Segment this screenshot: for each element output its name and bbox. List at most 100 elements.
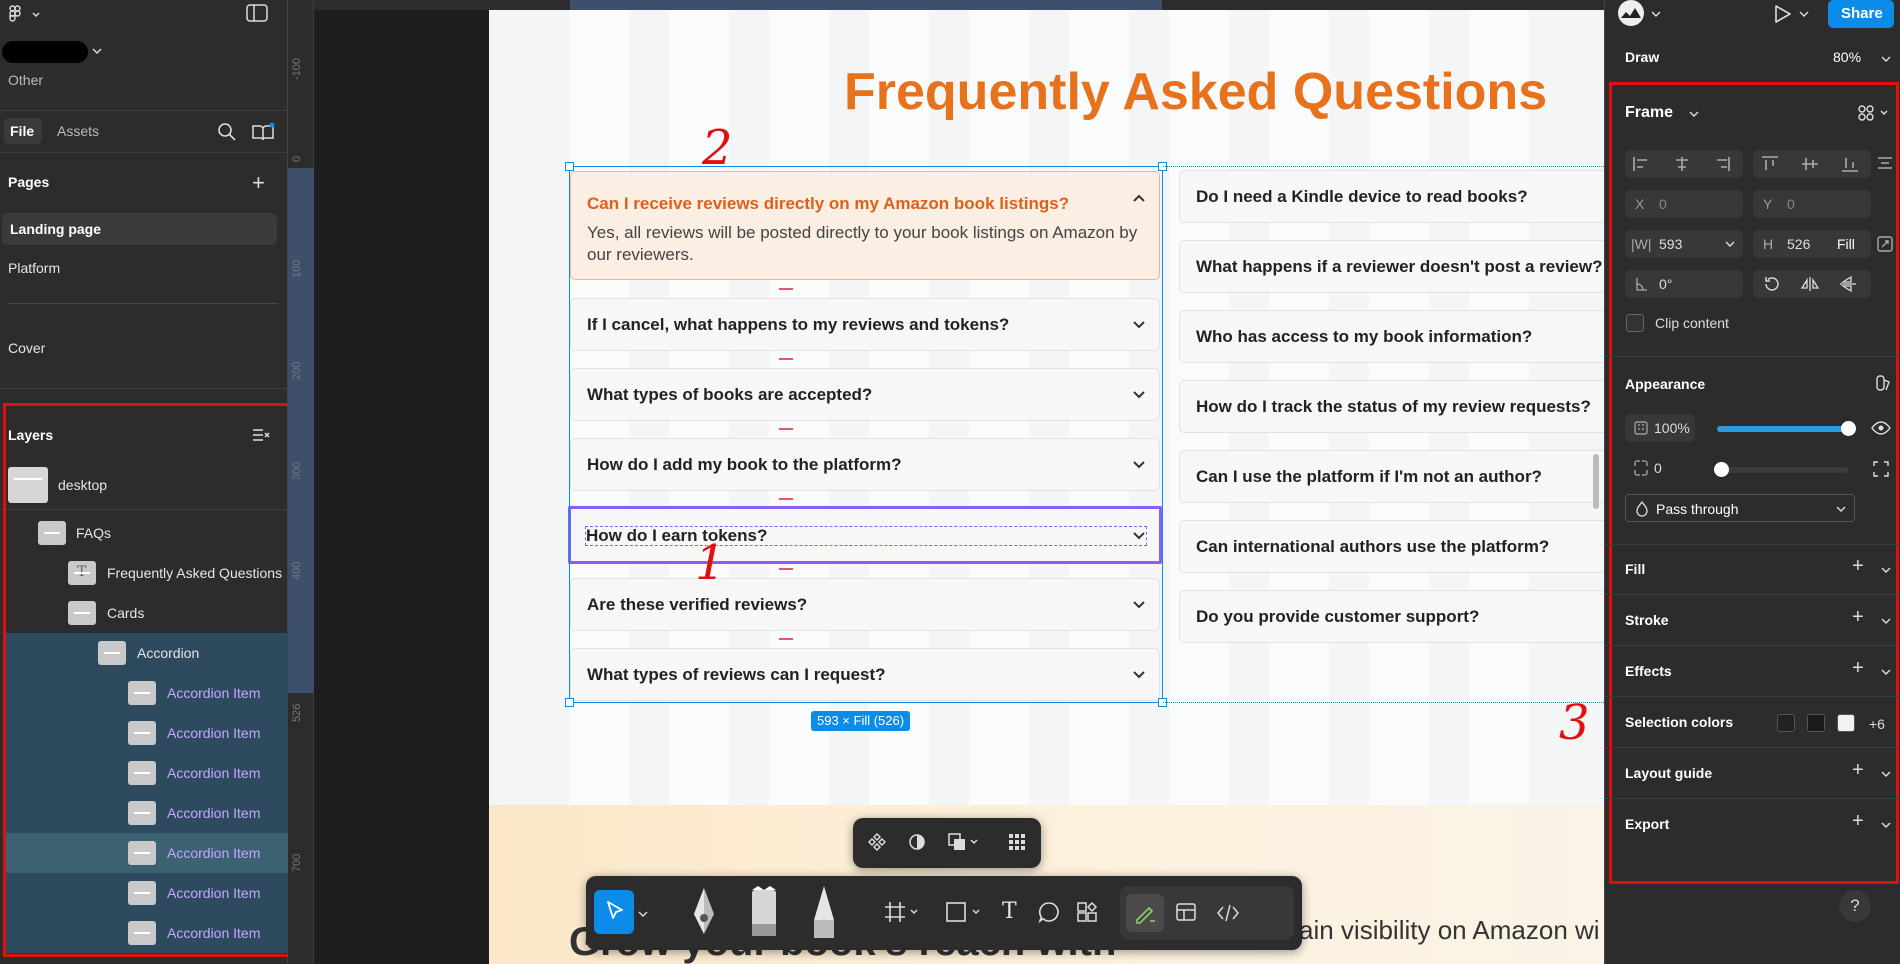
marker-tool-icon[interactable]: [748, 884, 780, 942]
figma-menu-icon[interactable]: [8, 4, 42, 24]
accordion-item[interactable]: Can I use the platform if I'm not an aut…: [1179, 450, 1604, 503]
opacity-field[interactable]: 100%: [1625, 414, 1695, 442]
page-item-platform[interactable]: Platform: [0, 252, 288, 284]
present-chevron-icon[interactable]: [1799, 10, 1809, 18]
corner-radius-field[interactable]: 0: [1625, 454, 1695, 482]
accordion-item[interactable]: Do you provide customer support?: [1179, 590, 1604, 643]
boolean-icon[interactable]: [947, 832, 979, 852]
user-avatar[interactable]: [1617, 0, 1649, 28]
height-mode[interactable]: Fill: [1837, 230, 1855, 258]
radius-slider[interactable]: [1717, 467, 1849, 473]
chevron-down-icon[interactable]: [1881, 821, 1891, 829]
distribute-icon[interactable]: [1877, 155, 1893, 171]
library-icon[interactable]: [251, 122, 275, 142]
component-icon[interactable]: [867, 832, 887, 852]
chevron-down-icon[interactable]: [1881, 668, 1891, 676]
main-toolbar: T: [586, 876, 1302, 950]
accordion-item[interactable]: What happens if a reviewer doesn't post …: [1179, 240, 1604, 293]
styles-icon[interactable]: [1875, 374, 1893, 392]
pencil-tool-icon[interactable]: [808, 884, 840, 942]
design-mode-icon[interactable]: [1176, 903, 1198, 923]
add-export-icon[interactable]: +: [1852, 810, 1864, 833]
width-field[interactable]: |W| 593: [1625, 230, 1743, 258]
align-bottom-icon[interactable]: [1841, 156, 1859, 172]
rotation-field[interactable]: 0°: [1625, 270, 1743, 298]
y-field[interactable]: Y 0: [1753, 190, 1871, 218]
flip-horizontal-icon[interactable]: [1801, 276, 1819, 292]
draw-mode-button[interactable]: [1126, 894, 1164, 932]
canvas-scrollbar[interactable]: [1593, 454, 1599, 509]
component-settings-icon[interactable]: [1857, 104, 1891, 122]
frame-label[interactable]: Frame: [1625, 104, 1673, 122]
chevron-down-icon[interactable]: [638, 910, 648, 918]
color-swatch[interactable]: [1807, 714, 1825, 732]
color-swatch[interactable]: [1777, 714, 1795, 732]
bottom-text: ain visibility on Amazon wi: [1299, 915, 1600, 945]
rotate-icon[interactable]: [1763, 276, 1781, 292]
size-badge: 593 × Fill (526): [811, 711, 911, 731]
present-play-icon[interactable]: [1771, 3, 1793, 25]
mask-icon[interactable]: [907, 832, 927, 852]
rectangle-tool-icon[interactable]: [946, 901, 982, 923]
height-field[interactable]: H 526 Fill: [1753, 230, 1871, 258]
add-page-icon[interactable]: +: [252, 170, 265, 196]
clip-content-checkbox[interactable]: [1626, 314, 1644, 332]
flip-vertical-icon[interactable]: [1839, 276, 1857, 292]
align-left-icon[interactable]: [1633, 156, 1651, 172]
zoom-level[interactable]: 80%: [1833, 49, 1861, 65]
width-mode-chevron-icon[interactable]: [1725, 230, 1735, 258]
add-fill-icon[interactable]: +: [1852, 555, 1864, 578]
add-layout-guide-icon[interactable]: +: [1852, 759, 1864, 782]
accordion-item[interactable]: Can international authors use the platfo…: [1179, 520, 1604, 573]
radius-slider-handle[interactable]: [1714, 462, 1729, 477]
avatar-chevron-icon[interactable]: [1651, 10, 1661, 18]
pen-tool-icon[interactable]: [688, 884, 720, 942]
sidebar-toggle-icon[interactable]: [246, 4, 268, 22]
chevron-down-icon: [1836, 495, 1846, 523]
help-button[interactable]: ?: [1839, 890, 1871, 922]
comment-tool-icon[interactable]: [1038, 901, 1060, 923]
more-colors[interactable]: +6: [1869, 716, 1885, 732]
align-right-icon[interactable]: [1713, 156, 1731, 172]
opacity-slider-handle[interactable]: [1841, 421, 1856, 436]
align-center-icon[interactable]: [1673, 156, 1691, 172]
x-field[interactable]: X 0: [1625, 190, 1743, 218]
accordion-item[interactable]: Do I need a Kindle device to read books?: [1179, 170, 1604, 223]
add-stroke-icon[interactable]: +: [1852, 606, 1864, 629]
frame-chevron-icon[interactable]: [1689, 110, 1699, 118]
frame-tool-icon[interactable]: [884, 901, 920, 923]
opacity-slider[interactable]: [1717, 426, 1849, 432]
share-button[interactable]: Share: [1828, 0, 1894, 28]
align-middle-icon[interactable]: [1801, 156, 1819, 172]
chevron-down-icon[interactable]: [1881, 617, 1891, 625]
faq-title[interactable]: Frequently Asked Questions: [844, 62, 1547, 122]
actions-tool-icon[interactable]: [1076, 901, 1100, 923]
grid-icon[interactable]: [1007, 832, 1027, 852]
workspace-avatar[interactable]: [2, 41, 88, 63]
text-tool-icon[interactable]: T: [1002, 899, 1017, 924]
chevron-down-icon[interactable]: [1881, 770, 1891, 778]
blend-mode-select[interactable]: Pass through: [1625, 494, 1855, 522]
resize-handle[interactable]: [565, 698, 574, 707]
page-item-cover[interactable]: Cover: [0, 332, 288, 364]
workspace-chevron-icon[interactable]: [92, 47, 102, 55]
resize-handle[interactable]: [565, 162, 574, 171]
move-tool-button[interactable]: [594, 890, 634, 934]
dev-mode-icon[interactable]: [1216, 903, 1240, 923]
resize-to-fit-icon[interactable]: [1877, 236, 1893, 252]
independent-corners-icon[interactable]: [1873, 461, 1889, 477]
chevron-down-icon[interactable]: [1881, 566, 1891, 574]
accordion-item[interactable]: How do I track the status of my review r…: [1179, 380, 1604, 433]
tab-assets[interactable]: Assets: [57, 123, 99, 139]
canvas[interactable]: Frequently Asked Questions Can I receive…: [314, 10, 1604, 964]
desktop-frame[interactable]: Frequently Asked Questions Can I receive…: [489, 10, 1604, 964]
color-swatch[interactable]: [1837, 714, 1855, 732]
align-top-icon[interactable]: [1761, 156, 1779, 172]
visibility-eye-icon[interactable]: [1871, 420, 1891, 436]
accordion-item[interactable]: Who has access to my book information?: [1179, 310, 1604, 363]
add-effect-icon[interactable]: +: [1852, 657, 1864, 680]
zoom-chevron-icon[interactable]: [1881, 55, 1891, 63]
search-icon[interactable]: [217, 122, 237, 142]
page-item-landing[interactable]: Landing page: [2, 213, 277, 245]
tab-file[interactable]: File: [4, 118, 42, 144]
